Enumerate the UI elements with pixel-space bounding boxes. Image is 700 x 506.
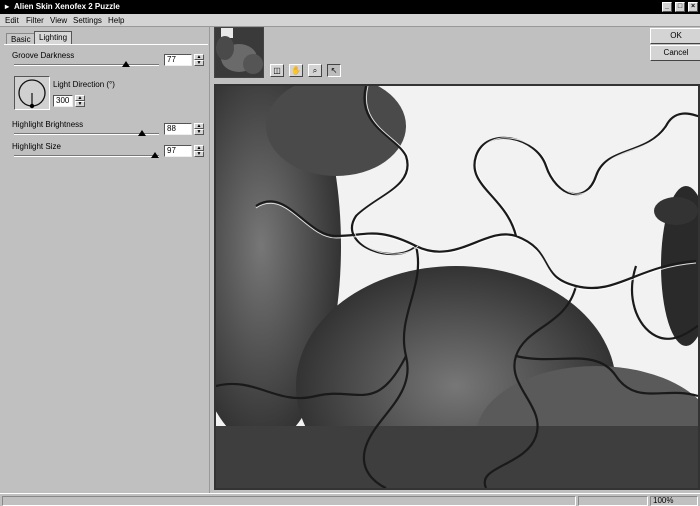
status-info bbox=[578, 496, 648, 506]
dial-icon bbox=[18, 79, 46, 109]
preview-toggle-icon: ◫ bbox=[273, 66, 281, 75]
highlight-size-track[interactable] bbox=[14, 155, 159, 157]
zoom-level: 100% bbox=[650, 496, 698, 506]
controls-panel: Basic Lighting Groove Darkness 77 ▲ ▼ Li… bbox=[0, 27, 210, 493]
menu-filter[interactable]: Filter bbox=[26, 16, 44, 25]
groove-darkness-track[interactable] bbox=[14, 64, 159, 66]
spin-down-icon[interactable]: ▼ bbox=[194, 129, 204, 135]
cancel-button[interactable]: Cancel bbox=[650, 45, 700, 61]
light-direction-input[interactable]: 300 bbox=[53, 95, 73, 107]
thumbnail-image bbox=[215, 28, 263, 77]
preview-canvas[interactable] bbox=[214, 84, 700, 490]
highlight-brightness-label: Highlight Brightness bbox=[12, 120, 84, 129]
arrow-pointer-icon: ↖ bbox=[330, 66, 338, 75]
ok-button[interactable]: OK bbox=[650, 28, 700, 44]
zoom-tool-button[interactable]: ⌕ bbox=[308, 64, 322, 77]
groove-darkness-slider-thumb[interactable] bbox=[121, 61, 130, 67]
minimize-icon[interactable]: _ bbox=[662, 2, 672, 12]
preview-toggle-button[interactable]: ◫ bbox=[270, 64, 284, 77]
menu-settings[interactable]: Settings bbox=[73, 16, 102, 25]
hand-icon: ✋ bbox=[291, 66, 301, 75]
maximize-icon[interactable]: □ bbox=[675, 2, 685, 12]
spin-down-icon[interactable]: ▼ bbox=[75, 101, 85, 107]
light-direction-dial[interactable] bbox=[14, 76, 50, 110]
title-bar: ▸ Alien Skin Xenofex 2 Puzzle _ □ × bbox=[0, 0, 700, 14]
tab-lighting[interactable]: Lighting bbox=[34, 31, 73, 45]
highlight-size-spinner[interactable]: ▲ ▼ bbox=[194, 145, 204, 157]
highlight-brightness-slider-thumb[interactable] bbox=[137, 130, 146, 136]
status-bar: 100% bbox=[0, 493, 700, 506]
menu-bar: Edit Filter View Settings Help bbox=[0, 14, 700, 27]
highlight-size-label: Highlight Size bbox=[12, 142, 61, 151]
highlight-brightness-spinner[interactable]: ▲ ▼ bbox=[194, 123, 204, 135]
pointer-tool-button[interactable]: ↖ bbox=[327, 64, 341, 77]
window-title: Alien Skin Xenofex 2 Puzzle bbox=[14, 2, 120, 11]
menu-help[interactable]: Help bbox=[108, 16, 124, 25]
navigator-thumbnail[interactable] bbox=[214, 27, 264, 78]
puzzle-preview-image bbox=[216, 86, 698, 488]
spin-down-icon[interactable]: ▼ bbox=[194, 151, 204, 157]
menu-edit[interactable]: Edit bbox=[5, 16, 19, 25]
hand-tool-button[interactable]: ✋ bbox=[289, 64, 303, 77]
zoom-icon: ⌕ bbox=[312, 66, 318, 75]
lighting-tab-panel: Groove Darkness 77 ▲ ▼ Light Direction (… bbox=[4, 44, 208, 489]
highlight-brightness-input[interactable]: 88 bbox=[164, 123, 192, 135]
close-icon[interactable]: × bbox=[688, 2, 698, 12]
light-direction-label: Light Direction (°) bbox=[53, 80, 115, 89]
groove-darkness-input[interactable]: 77 bbox=[164, 54, 192, 66]
status-message bbox=[2, 496, 576, 506]
light-direction-spinner[interactable]: ▲ ▼ bbox=[75, 95, 85, 107]
highlight-size-input[interactable]: 97 bbox=[164, 145, 192, 157]
highlight-size-slider-thumb[interactable] bbox=[150, 152, 159, 158]
groove-darkness-spinner[interactable]: ▲ ▼ bbox=[194, 54, 204, 66]
menu-view[interactable]: View bbox=[50, 16, 67, 25]
system-menu-icon[interactable]: ▸ bbox=[2, 0, 12, 14]
groove-darkness-label: Groove Darkness bbox=[12, 51, 75, 60]
spin-down-icon[interactable]: ▼ bbox=[194, 60, 204, 66]
